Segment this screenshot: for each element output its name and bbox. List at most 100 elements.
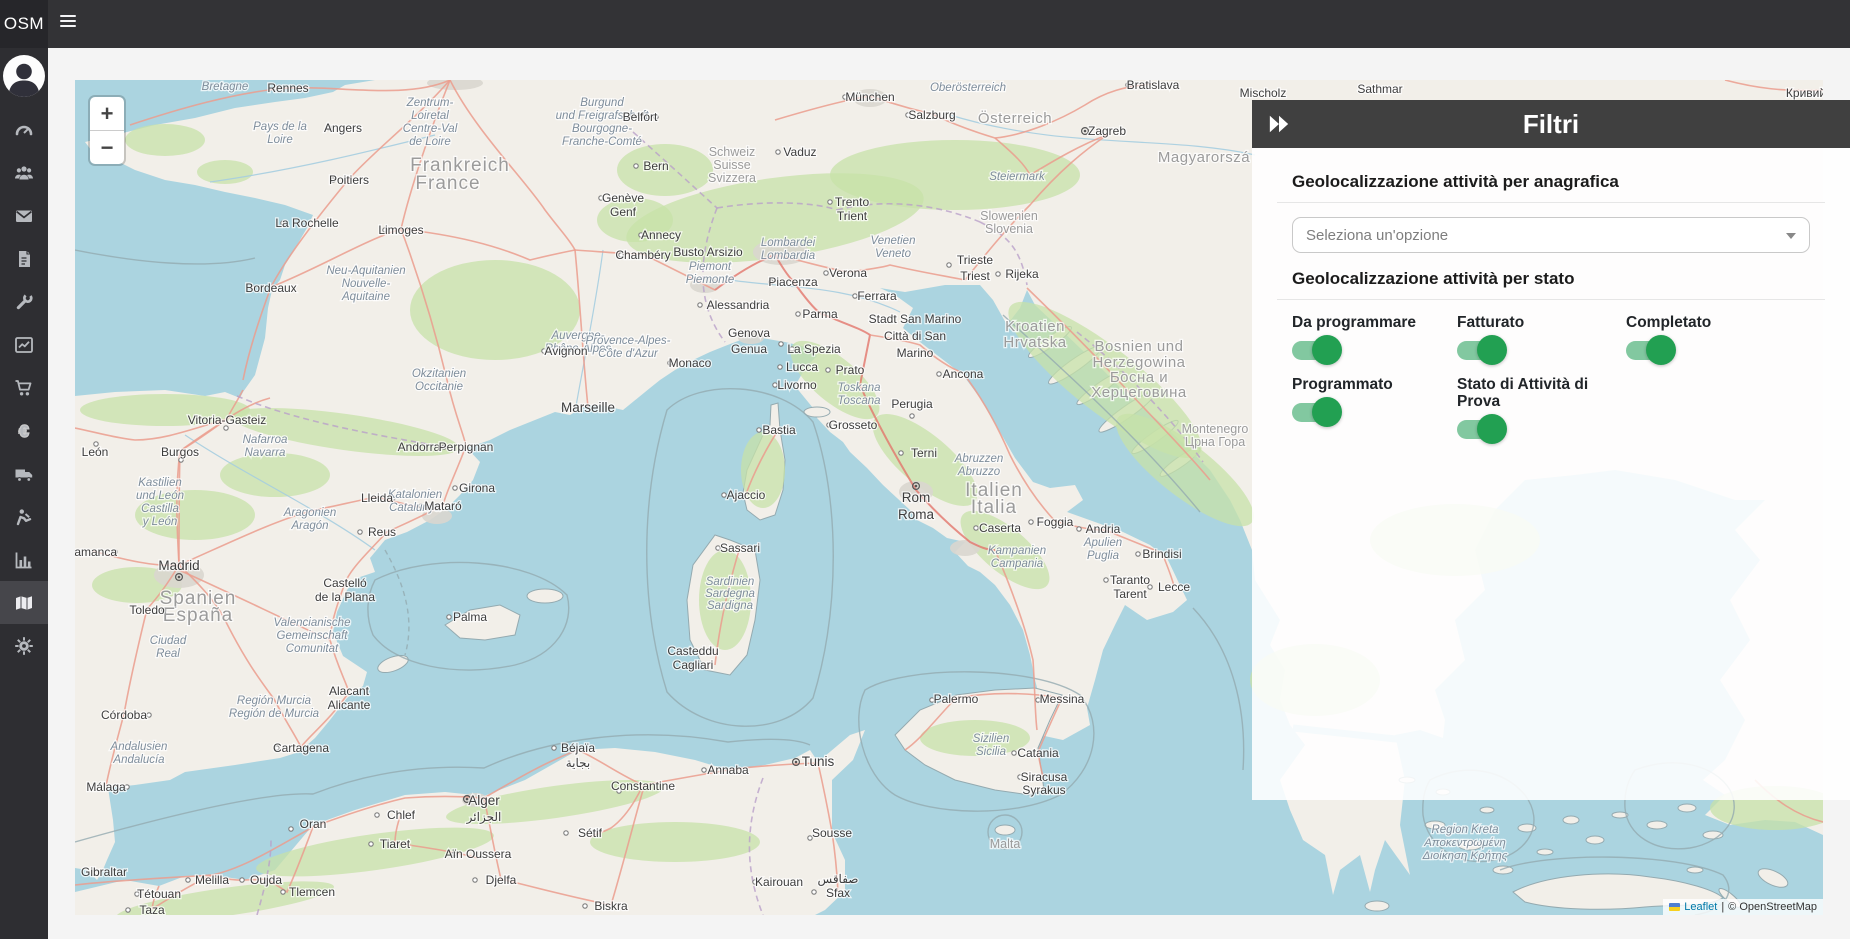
sidebar-toggle-icon[interactable] [60,15,78,33]
toggle-label: Programmato [1292,376,1450,393]
svg-text:Abruzzen: Abruzzen [954,453,1004,465]
svg-text:Djelfa: Djelfa [486,873,517,887]
toggle-switch[interactable] [1292,403,1338,422]
svg-text:Nafarroa: Nafarroa [243,434,288,446]
svg-text:Messina: Messina [1040,692,1085,706]
svg-text:de Loire: de Loire [409,136,451,148]
svg-text:Tétouan: Tétouan [137,887,181,901]
svg-text:Béjaïa: Béjaïa [561,741,595,755]
status-toggles-grid: Da programmareFatturatoCompletatoProgram… [1292,314,1810,439]
sidebar: € [0,48,48,939]
svg-text:Aragón: Aragón [290,520,328,532]
svg-text:Brindisi: Brindisi [1142,547,1181,561]
svg-text:Διοίκηση Κρήτης: Διοίκηση Κρήτης [1422,850,1508,862]
svg-text:Prato: Prato [836,363,865,377]
sidebar-item-orders[interactable] [0,366,48,409]
app-brand[interactable]: OSM [0,0,48,48]
svg-text:Poitiers: Poitiers [329,173,369,187]
sidebar-item-reports[interactable] [0,538,48,581]
svg-text:Terni: Terni [911,446,937,460]
svg-text:Oberösterreich: Oberösterreich [930,82,1006,94]
svg-text:Constantine: Constantine [611,779,675,793]
svg-text:صفاقس: صفاقس [818,872,859,886]
svg-text:Andria: Andria [1086,522,1121,536]
select-placeholder: Seleziona un'opzione [1306,227,1448,244]
svg-text:Slowenien: Slowenien [980,209,1038,223]
svg-text:Sfax: Sfax [826,886,850,900]
svg-text:Provence-Alpes-: Provence-Alpes- [585,335,670,347]
svg-text:Montenegro: Montenegro [1182,422,1249,436]
user-avatar[interactable] [2,54,46,98]
chart-bar-icon [14,550,34,570]
svg-text:Marseille: Marseille [561,400,615,415]
svg-text:Loire: Loire [267,134,293,146]
svg-text:Schweiz: Schweiz [709,145,756,159]
svg-text:Perugia: Perugia [891,397,933,411]
sidebar-item-analytics[interactable] [0,323,48,366]
toggle-item: Stato di Attività di Prova [1457,376,1626,439]
svg-text:Црна Гора: Црна Гора [1185,435,1245,449]
svg-text:Sicilia: Sicilia [976,746,1006,758]
svg-text:España: España [163,605,233,626]
sidebar-item-logistics[interactable] [0,452,48,495]
svg-text:Veneto: Veneto [875,248,912,260]
sidebar-item-messages[interactable] [0,194,48,237]
svg-text:Sathmar: Sathmar [1357,82,1402,96]
sidebar-item-tools[interactable] [0,280,48,323]
toggle-switch[interactable] [1457,420,1503,439]
truck-icon [14,464,34,484]
toggle-item: Programmato [1292,376,1457,439]
filters-panel-header: Filtri [1252,100,1850,148]
filters-panel-body: Geolocalizzazione attività per anagrafic… [1252,148,1850,800]
svg-text:Biskra: Biskra [594,899,628,913]
toggle-knob [1312,397,1342,427]
svg-text:Lleida: Lleida [361,491,393,505]
svg-text:Ajaccio: Ajaccio [727,488,766,502]
sidebar-item-worksite[interactable] [0,495,48,538]
collapse-panel-icon[interactable] [1268,113,1290,135]
sidebar-item-billing[interactable]: € [0,409,48,452]
toggle-switch[interactable] [1457,341,1503,360]
svg-text:Puglia: Puglia [1087,550,1119,562]
svg-text:Sardigna: Sardigna [707,600,753,612]
anagrafica-select[interactable]: Seleziona un'opzione [1292,217,1810,253]
sidebar-item-documents[interactable] [0,237,48,280]
svg-text:Genova: Genova [728,326,770,340]
svg-text:Slovenia: Slovenia [985,222,1033,236]
sidebar-item-map[interactable] [0,581,48,624]
leaflet-link[interactable]: Leaflet [1684,901,1717,913]
toggle-switch[interactable] [1626,341,1672,360]
svg-text:Αποκεντρωμένη: Αποκεντρωμένη [1423,837,1506,849]
svg-text:France: France [415,173,480,194]
svg-text:Sizilien: Sizilien [973,733,1009,745]
sidebar-item-settings[interactable] [0,624,48,667]
sidebar-item-dashboard[interactable] [0,108,48,151]
svg-text:Occitanie: Occitanie [415,381,463,393]
svg-text:Comunitat: Comunitat [286,643,339,655]
svg-text:Okzitanien: Okzitanien [412,368,466,380]
svg-text:Ciudad: Ciudad [150,635,187,647]
svg-text:Alacant: Alacant [329,684,370,698]
svg-text:Region Kreta: Region Kreta [1431,824,1498,836]
svg-text:Casteddu: Casteddu [667,644,718,658]
toggle-switch[interactable] [1292,341,1338,360]
section-rule [1277,299,1825,300]
svg-text:Toledo: Toledo [129,603,165,617]
svg-text:Italia: Italia [971,497,1017,518]
toggle-knob [1477,335,1507,365]
gear-icon [14,636,34,656]
svg-text:Sousse: Sousse [812,826,852,840]
svg-text:Piemonte: Piemonte [686,274,735,286]
toggle-item: Fatturato [1457,314,1626,360]
svg-text:Steiermark: Steiermark [989,171,1046,183]
sidebar-item-users[interactable] [0,151,48,194]
svg-text:Melilla: Melilla [195,873,229,887]
svg-text:Lecce: Lecce [1158,580,1190,594]
svg-text:Córdoba: Córdoba [101,708,147,722]
osm-copyright: © OpenStreetMap [1728,901,1817,913]
svg-text:Andalucía: Andalucía [112,754,164,766]
users-icon [14,163,34,183]
panel-title: Filtri [1523,109,1579,140]
zoom-out-button[interactable]: − [90,131,124,164]
zoom-in-button[interactable]: + [90,97,124,131]
